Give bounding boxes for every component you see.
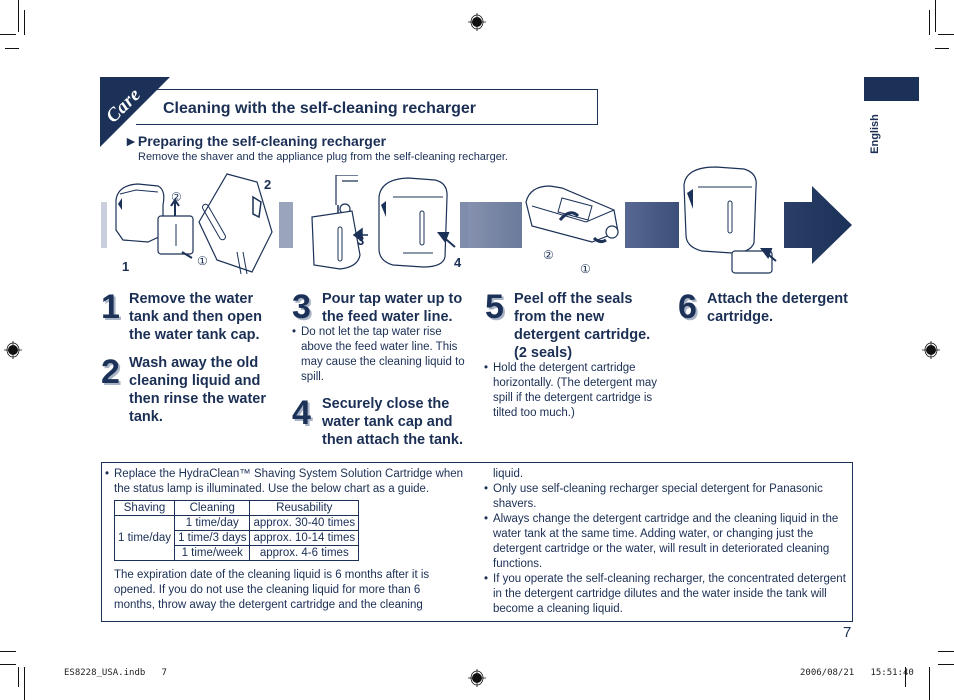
table-cell-cleaning: 1 time/week — [174, 545, 251, 561]
crop-mark — [938, 664, 954, 665]
subsection-title: ►Preparing the self-cleaning recharger — [124, 133, 387, 149]
illustration-label-1: 1 — [122, 259, 130, 274]
attach-tank-illustration — [378, 177, 456, 268]
triangle-right-icon: ► — [124, 133, 138, 149]
print-timestamp: 2006/08/21 15:51:40 — [800, 668, 914, 678]
step-text-5: Peel off the seals from the new detergen… — [514, 291, 651, 361]
step-marker-2: ② — [171, 190, 182, 204]
registration-mark-icon — [4, 341, 22, 359]
subsection-description: Remove the shaver and the appliance plug… — [138, 151, 508, 163]
recharger-tank-removal-illustration — [115, 183, 194, 259]
crop-mark — [0, 651, 16, 652]
crop-mark — [935, 48, 949, 49]
expiration-text-continued: liquid. — [493, 468, 524, 480]
step-text-6: Attach the detergent cartridge. — [707, 291, 848, 325]
table-cell-cleaning: 1 time/3 days — [174, 530, 251, 546]
crop-mark — [5, 48, 19, 49]
language-label: English — [868, 114, 881, 154]
crop-mark — [938, 34, 954, 35]
step-number-3: 3 — [292, 288, 311, 326]
table-header: Shaving — [113, 500, 176, 516]
table-row: 1 time/day 1 time/day approx. 30-40 time… — [113, 515, 360, 561]
crop-mark — [929, 10, 930, 35]
attach-cartridge-illustration — [683, 166, 777, 274]
table-header: Cleaning — [174, 500, 251, 516]
info-bullet: • If you operate the self-cleaning rechar… — [484, 573, 846, 615]
step-number-4: 4 — [292, 394, 311, 432]
crop-mark — [18, 667, 19, 687]
step-note-3: • Do not let the tap water rise above the… — [292, 326, 465, 383]
registration-mark-icon — [922, 341, 940, 359]
progress-bar-segment — [468, 202, 522, 248]
table-cell-reusability: approx. 10-14 times — [249, 530, 360, 546]
progress-bar-segment — [625, 202, 679, 248]
crop-mark — [18, 0, 19, 32]
progress-bar-segment — [101, 202, 107, 248]
table-cell-reusability: approx. 30-40 times — [249, 515, 360, 531]
step-text-4: Securely close the water tank cap and th… — [322, 396, 463, 448]
seal-marker-2: ② — [543, 248, 554, 262]
step-text-2: Wash away the old cleaning liquid and th… — [129, 355, 266, 425]
filling-water-illustration — [311, 175, 368, 270]
info-intro: • Replace the HydraClean™ Shaving System … — [105, 468, 464, 495]
step-note-5: • Hold the detergent cartridge horizontal… — [484, 362, 658, 419]
info-bullet: • Always change the detergent cartridge a… — [484, 513, 839, 570]
table-cell-shaving: 1 time/day — [113, 515, 176, 561]
seal-marker-1: ① — [580, 262, 591, 276]
registration-mark-icon — [468, 13, 486, 31]
table-cell-cleaning: 1 time/day — [174, 515, 251, 531]
crop-mark — [938, 651, 954, 652]
step-number-2: 2 — [101, 353, 120, 391]
reusability-table: Shaving Cleaning Reusability 1 time/day … — [113, 500, 360, 561]
language-tab — [864, 77, 919, 101]
page-title: Cleaning with the self-cleaning recharge… — [163, 100, 476, 117]
progress-arrow-icon — [784, 186, 852, 264]
peel-seals-illustration — [525, 185, 619, 244]
page-number: 7 — [843, 624, 852, 641]
table-header: Reusability — [249, 500, 360, 516]
expiration-text: The expiration date of the cleaning liqu… — [114, 569, 430, 611]
table-header-row: Shaving Cleaning Reusability — [113, 500, 360, 516]
table-cell-reusability: approx. 4-6 times — [249, 545, 360, 561]
step-number-6: 6 — [678, 288, 697, 326]
illustration-label-4: 4 — [454, 255, 462, 270]
step-text-3: Pour tap water up to the feed water line… — [322, 291, 463, 325]
progress-bar-segment — [279, 202, 293, 248]
step-text-1: Remove the water tank and then open the … — [129, 291, 262, 343]
crop-mark — [0, 664, 16, 665]
info-bullet: • Only use self-cleaning recharger specia… — [484, 483, 823, 510]
step-number-5: 5 — [485, 288, 504, 326]
illustration-label-2: 2 — [264, 177, 272, 192]
illustration-label-3: 3 — [357, 233, 365, 248]
crop-mark — [0, 34, 16, 35]
crop-mark — [24, 667, 25, 700]
file-slug: ES8228_USA.indb 7 — [64, 668, 167, 678]
crop-mark — [935, 0, 936, 32]
crop-mark — [929, 667, 930, 700]
step-number-1: 1 — [101, 288, 120, 326]
registration-mark-icon — [468, 669, 486, 687]
crop-mark — [24, 10, 25, 35]
